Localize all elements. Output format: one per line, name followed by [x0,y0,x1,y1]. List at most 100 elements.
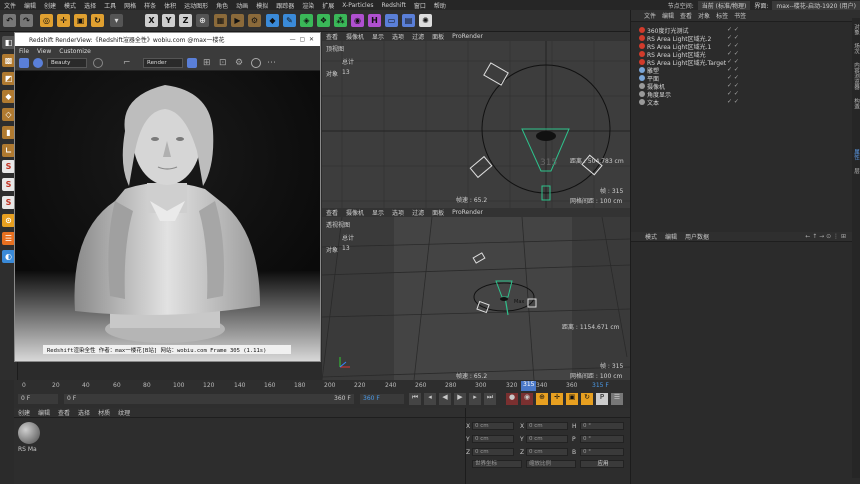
om-menu-file[interactable]: 文件 [641,11,659,20]
apply-button[interactable]: 应用 [580,460,624,468]
color-icon[interactable] [93,58,103,68]
menu-item[interactable]: 跟踪器 [272,1,298,10]
render-dropdown[interactable]: Render [143,58,183,68]
field-icon[interactable]: H [368,14,381,27]
settings-icon[interactable]: ⚙ [235,58,245,68]
top-viewport[interactable]: 315 顶视图 总计 对象 13 距离 : 504.783 cm 帧速 : 65… [322,41,630,208]
vp-menu-options[interactable]: 选项 [388,208,408,217]
material-thumbnail[interactable] [18,422,40,444]
aov-dropdown[interactable]: Beauty [47,58,87,68]
mat-menu-view[interactable]: 查看 [54,408,74,417]
menu-item[interactable]: X-Particles [338,2,377,9]
menu-item[interactable]: 体积 [160,1,180,10]
prev-key-icon[interactable]: ◂ [424,393,436,405]
play-icon[interactable]: ▶ [454,393,466,405]
deformer-icon[interactable]: ◉ [351,14,364,27]
circle-icon[interactable] [251,58,261,68]
undo-icon[interactable]: ↶ [3,14,16,27]
menu-item[interactable]: 编辑 [20,1,40,10]
vp-menu-options[interactable]: 选项 [388,32,408,41]
menu-item[interactable]: 文件 [0,1,20,10]
mograph-icon[interactable]: ⁂ [334,14,347,27]
range-end-field[interactable]: 360 F [334,394,356,404]
subdivision-icon[interactable]: ◈ [300,14,313,27]
more-icon[interactable]: ⋯ [267,58,277,68]
am-menu-edit[interactable]: 编辑 [661,232,681,241]
side-tab[interactable]: 层 [852,160,860,174]
keyframe-icon[interactable]: ⊕ [536,393,548,405]
camera-icon[interactable]: ▤ [402,14,415,27]
cube-icon[interactable]: ◆ [266,14,279,27]
light-icon[interactable]: ✺ [419,14,432,27]
crop-icon[interactable]: ⌐ [123,58,133,68]
floor-icon[interactable]: ▭ [385,14,398,27]
vp-menu-filter[interactable]: 过滤 [408,32,428,41]
mat-menu-edit[interactable]: 编辑 [34,408,54,417]
menu-item[interactable]: 工具 [100,1,120,10]
move-icon[interactable]: ✛ [57,14,70,27]
om-menu-bookmark[interactable]: 书签 [731,11,749,20]
om-menu-view[interactable]: 查看 [677,11,695,20]
render-settings-icon[interactable]: ⚙ [248,14,261,27]
menu-item[interactable]: 运动图形 [180,1,212,10]
menu-item[interactable]: 渲染 [298,1,318,10]
mat-menu-select[interactable]: 选择 [74,408,94,417]
key-scale-icon[interactable]: ▣ [566,393,578,405]
auto-key-icon[interactable]: ◉ [521,393,533,405]
vp-menu-panel[interactable]: 面板 [428,32,448,41]
menu-item[interactable]: 角色 [212,1,232,10]
play-back-icon[interactable]: ◀ [439,393,451,405]
z-axis-icon[interactable]: Z [179,14,192,27]
menu-item[interactable]: Redshift [378,2,410,9]
key-move-icon[interactable]: ✛ [551,393,563,405]
pos-x-field[interactable]: 0 cm [472,422,514,430]
playhead[interactable]: 315 [521,381,537,391]
key-param-icon[interactable]: P [596,393,608,405]
record-icon[interactable]: ● [506,393,518,405]
size-z-field[interactable]: 0 cm [526,448,568,456]
size-x-field[interactable]: 0 cm [526,422,568,430]
vp-menu-prorender[interactable]: ProRender [448,209,487,216]
pos-z-field[interactable]: 0 cm [472,448,514,456]
menu-item[interactable]: 扩展 [318,1,338,10]
vp-menu-camera[interactable]: 摄像机 [342,208,368,217]
rot-h-field[interactable]: 0 ° [580,422,624,430]
coord-system-icon[interactable]: ⊕ [196,14,209,27]
menu-item[interactable]: 网格 [120,1,140,10]
recent-tools-icon[interactable]: ▾ [110,14,123,27]
side-tab[interactable]: 场次 [852,35,860,54]
side-tab[interactable]: 构造 [852,90,860,109]
render-icon[interactable] [19,58,29,68]
timeline-ruler[interactable]: 0 20 40 60 80 100 120 140 160 180 200 22… [22,380,622,392]
vp-menu-prorender[interactable]: ProRender [448,33,487,40]
mat-menu-material[interactable]: 材质 [94,408,114,417]
range-start-field[interactable]: 0 F [64,394,354,404]
menu-item[interactable]: 创建 [40,1,60,10]
start-frame-field[interactable]: 0 F [18,394,58,404]
scale-mode-dropdown[interactable]: 缩放比例 [526,460,576,468]
mat-menu-create[interactable]: 创建 [14,408,34,417]
vp-menu-display[interactable]: 显示 [368,32,388,41]
vp-menu-view[interactable]: 查看 [322,32,342,41]
menu-item[interactable]: 模拟 [252,1,272,10]
side-tab[interactable]: 对象 [852,18,860,35]
am-menu-userdata[interactable]: 用户数据 [681,232,713,241]
menu-view[interactable]: View [33,48,55,55]
pen-icon[interactable]: ✎ [283,14,296,27]
side-tab[interactable]: 内容浏览器 [852,54,860,90]
side-tab[interactable]: 属性 [852,109,860,160]
perspective-viewport[interactable]: Max 透视视图 总计 对象 13 距离 : 1154.671 cm 帧速 : … [322,217,630,380]
am-menu-mode[interactable]: 模式 [641,232,661,241]
object-row[interactable]: 文本 [639,98,659,107]
goto-end-icon[interactable]: ⏭ [484,393,496,405]
node-space-dropdown[interactable]: 当前 (标准/物理) [697,0,751,10]
menu-item[interactable]: 动画 [232,1,252,10]
om-menu-edit[interactable]: 编辑 [659,11,677,20]
vp-menu-view[interactable]: 查看 [322,208,342,217]
pos-y-field[interactable]: 0 cm [472,435,514,443]
vp-menu-camera[interactable]: 摄像机 [342,32,368,41]
object-visibility-column[interactable]: ✓ ✓ ✓ ✓ ✓ ✓ ✓ ✓ ✓ ✓ ✓ ✓ ✓ ✓ ✓ ✓ ✓ ✓ ✓ ✓ [727,26,747,106]
menu-item[interactable]: 窗口 [410,1,430,10]
window-controls[interactable]: — ▢ ✕ [290,36,320,43]
om-menu-object[interactable]: 对象 [695,11,713,20]
